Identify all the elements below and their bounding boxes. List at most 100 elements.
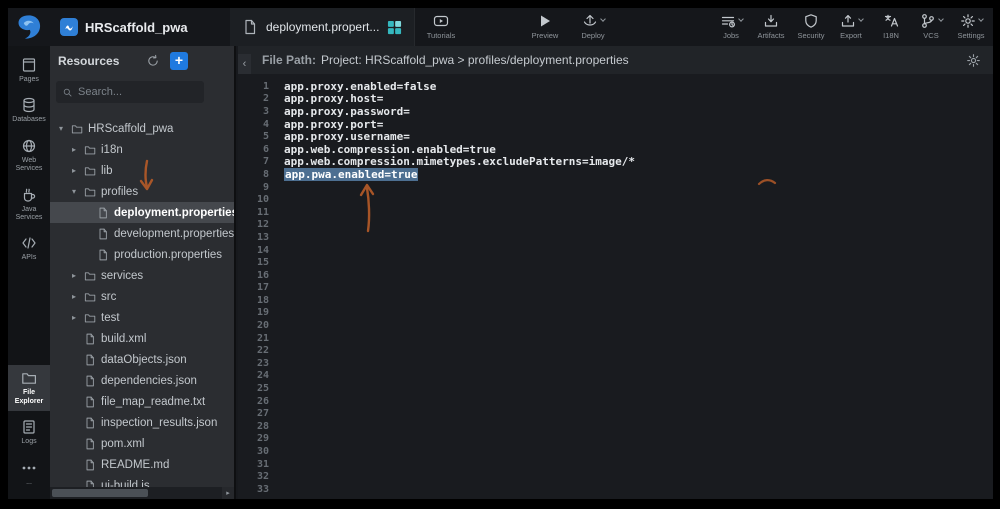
- code-line-21[interactable]: 21: [238, 332, 993, 345]
- i18n-button[interactable]: I18N: [873, 8, 909, 46]
- export-button[interactable]: Export: [833, 8, 869, 46]
- search-input[interactable]: [78, 86, 198, 98]
- code-line-7[interactable]: 7app.web.compression.mimetypes.excludePa…: [238, 156, 993, 169]
- code-line-26[interactable]: 26: [238, 395, 993, 408]
- tree-folder-lib[interactable]: ▸lib: [50, 160, 234, 181]
- tree-item-label: HRScaffold_pwa: [88, 123, 173, 135]
- artifacts-button[interactable]: Artifacts: [753, 8, 789, 46]
- chevron-right-icon[interactable]: ▸: [69, 313, 79, 322]
- tree-file-inspection-results-json[interactable]: inspection_results.json: [50, 412, 234, 433]
- sidebar-item-web-services[interactable]: Web Services: [8, 133, 50, 179]
- code-line-9[interactable]: 9: [238, 181, 993, 194]
- tree-file-production-properties[interactable]: production.properties: [50, 244, 234, 265]
- tree-folder-i18n[interactable]: ▸i18n: [50, 139, 234, 160]
- code-line-18[interactable]: 18: [238, 294, 993, 307]
- code-line-11[interactable]: 11: [238, 206, 993, 219]
- code-line-32[interactable]: 32: [238, 470, 993, 483]
- code-line-2[interactable]: 2app.proxy.host=: [238, 93, 993, 106]
- line-number: 8: [238, 169, 278, 180]
- code-line-28[interactable]: 28: [238, 420, 993, 433]
- vcs-branch-button[interactable]: VCS: [913, 8, 949, 46]
- code-line-23[interactable]: 23: [238, 357, 993, 370]
- code-line-12[interactable]: 12: [238, 219, 993, 232]
- tree-folder-test[interactable]: ▸test: [50, 307, 234, 328]
- code-line-16[interactable]: 16: [238, 269, 993, 282]
- tree-file-deployment-properties[interactable]: deployment.properties: [50, 202, 234, 223]
- code-line-6[interactable]: 6app.web.compression.enabled=true: [238, 143, 993, 156]
- project-switcher[interactable]: HRScaffold_pwa: [60, 8, 188, 46]
- dashboard-grid-icon[interactable]: [387, 20, 402, 35]
- code-line-25[interactable]: 25: [238, 382, 993, 395]
- sidebar-item-logs[interactable]: Logs: [8, 414, 50, 451]
- tree-file-ui-build-js[interactable]: ui-build.js: [50, 475, 234, 487]
- chevron-right-icon[interactable]: ▸: [69, 292, 79, 301]
- deploy-button[interactable]: Deploy: [575, 8, 611, 46]
- code-line-20[interactable]: 20: [238, 319, 993, 332]
- code-line-22[interactable]: 22: [238, 344, 993, 357]
- code-line-29[interactable]: 29: [238, 433, 993, 446]
- horizontal-scrollbar[interactable]: ▸: [50, 487, 234, 499]
- tree-folder-profiles[interactable]: ▾ profiles: [50, 181, 234, 202]
- sidebar-item-file-explorer[interactable]: File Explorer: [8, 365, 50, 411]
- tree-folder-services[interactable]: ▸services: [50, 265, 234, 286]
- chevron-down-icon[interactable]: ▾: [56, 124, 66, 133]
- sidebar-item-java-services[interactable]: Java Services: [8, 182, 50, 228]
- code-line-31[interactable]: 31: [238, 458, 993, 471]
- jobs-button[interactable]: Jobs: [713, 8, 749, 46]
- line-number: 19: [238, 307, 278, 318]
- security-shield-icon: [803, 13, 819, 29]
- sidebar-item-[interactable]: ...: [8, 455, 50, 492]
- file-icon: [84, 396, 96, 408]
- sidebar-item-databases[interactable]: Databases: [8, 92, 50, 129]
- code-line-24[interactable]: 24: [238, 370, 993, 383]
- collapse-panel-button[interactable]: ‹: [238, 54, 251, 74]
- code-line-4[interactable]: 4app.proxy.port=: [238, 118, 993, 131]
- add-resource-button[interactable]: +: [170, 52, 188, 70]
- tree-file-build-xml[interactable]: build.xml: [50, 328, 234, 349]
- vcs-branch-icon: [920, 13, 936, 29]
- settings-gear-button[interactable]: Settings: [953, 8, 989, 46]
- chevron-right-icon[interactable]: ▸: [69, 166, 79, 175]
- code-area[interactable]: 1app.proxy.enabled=false2app.proxy.host=…: [238, 74, 993, 499]
- code-line-5[interactable]: 5app.proxy.username=: [238, 130, 993, 143]
- scrollbar-right-arrow[interactable]: ▸: [222, 487, 234, 499]
- line-content: app.web.compression.mimetypes.excludePat…: [284, 155, 635, 168]
- scrollbar-thumb[interactable]: [52, 489, 148, 497]
- code-line-3[interactable]: 3app.proxy.password=: [238, 105, 993, 118]
- editor-settings-gear-icon[interactable]: [966, 53, 981, 68]
- app-logo-icon[interactable]: [15, 13, 45, 41]
- chevron-right-icon[interactable]: ▸: [69, 145, 79, 154]
- tree-file-development-properties[interactable]: development.properties: [50, 223, 234, 244]
- refresh-icon[interactable]: [146, 54, 160, 68]
- tree-file-file-map-readme-txt[interactable]: file_map_readme.txt: [50, 391, 234, 412]
- tree-file-dataobjects-json[interactable]: dataObjects.json: [50, 349, 234, 370]
- open-file-tab[interactable]: deployment.propert...: [230, 8, 415, 46]
- tree-folder-src[interactable]: ▸src: [50, 286, 234, 307]
- tree-item-label: README.md: [101, 459, 169, 471]
- code-line-14[interactable]: 14: [238, 244, 993, 257]
- line-number: 30: [238, 446, 278, 457]
- security-shield-button[interactable]: Security: [793, 8, 829, 46]
- code-line-33[interactable]: 33: [238, 483, 993, 496]
- tree-file-dependencies-json[interactable]: dependencies.json: [50, 370, 234, 391]
- pages-icon: [21, 57, 37, 73]
- code-line-19[interactable]: 19: [238, 307, 993, 320]
- code-line-17[interactable]: 17: [238, 282, 993, 295]
- code-line-15[interactable]: 15: [238, 256, 993, 269]
- sidebar-item-apis[interactable]: APIs: [8, 230, 50, 267]
- code-line-1[interactable]: 1app.proxy.enabled=false: [238, 80, 993, 93]
- code-line-10[interactable]: 10: [238, 193, 993, 206]
- code-line-13[interactable]: 13: [238, 231, 993, 244]
- chevron-right-icon[interactable]: ▸: [69, 271, 79, 280]
- chevron-down-icon[interactable]: ▾: [69, 187, 79, 196]
- code-line-30[interactable]: 30: [238, 445, 993, 458]
- tree-folder-hrscaffold-pwa[interactable]: ▾ HRScaffold_pwa: [50, 118, 234, 139]
- preview-play-button[interactable]: Preview: [527, 8, 563, 46]
- tutorials-button[interactable]: Tutorials: [423, 8, 459, 46]
- sidebar-item-pages[interactable]: Pages: [8, 52, 50, 89]
- tree-file-readme-md[interactable]: README.md: [50, 454, 234, 475]
- tree-item-label: profiles: [101, 186, 138, 198]
- code-line-27[interactable]: 27: [238, 407, 993, 420]
- code-line-8[interactable]: 8app.pwa.enabled=true: [238, 168, 993, 181]
- tree-file-pom-xml[interactable]: pom.xml: [50, 433, 234, 454]
